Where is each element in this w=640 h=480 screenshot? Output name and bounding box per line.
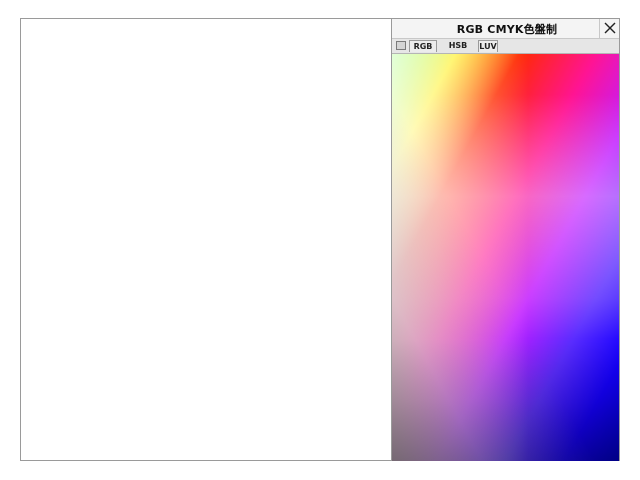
tab-hsb[interactable]: HSB [446,40,470,52]
close-icon [604,22,616,34]
close-button[interactable] [599,19,619,38]
color-spectrum[interactable] [392,54,619,461]
spectrum-shade [392,54,619,461]
tab-luv[interactable]: LUV [478,40,498,52]
panel-titlebar[interactable]: RGB CMYK色盤制 [392,19,619,39]
drawing-canvas[interactable] [20,18,392,461]
tab-rgb[interactable]: RGB [409,40,437,52]
panel-title: RGB CMYK色盤制 [456,23,558,36]
checkbox-icon[interactable] [396,41,406,50]
mode-tabbar: RGB HSB LUV [392,39,619,54]
color-picker-panel: RGB CMYK色盤制 RGB HSB LUV [392,18,620,461]
app-window: RGB CMYK色盤制 RGB HSB LUV [0,0,640,480]
